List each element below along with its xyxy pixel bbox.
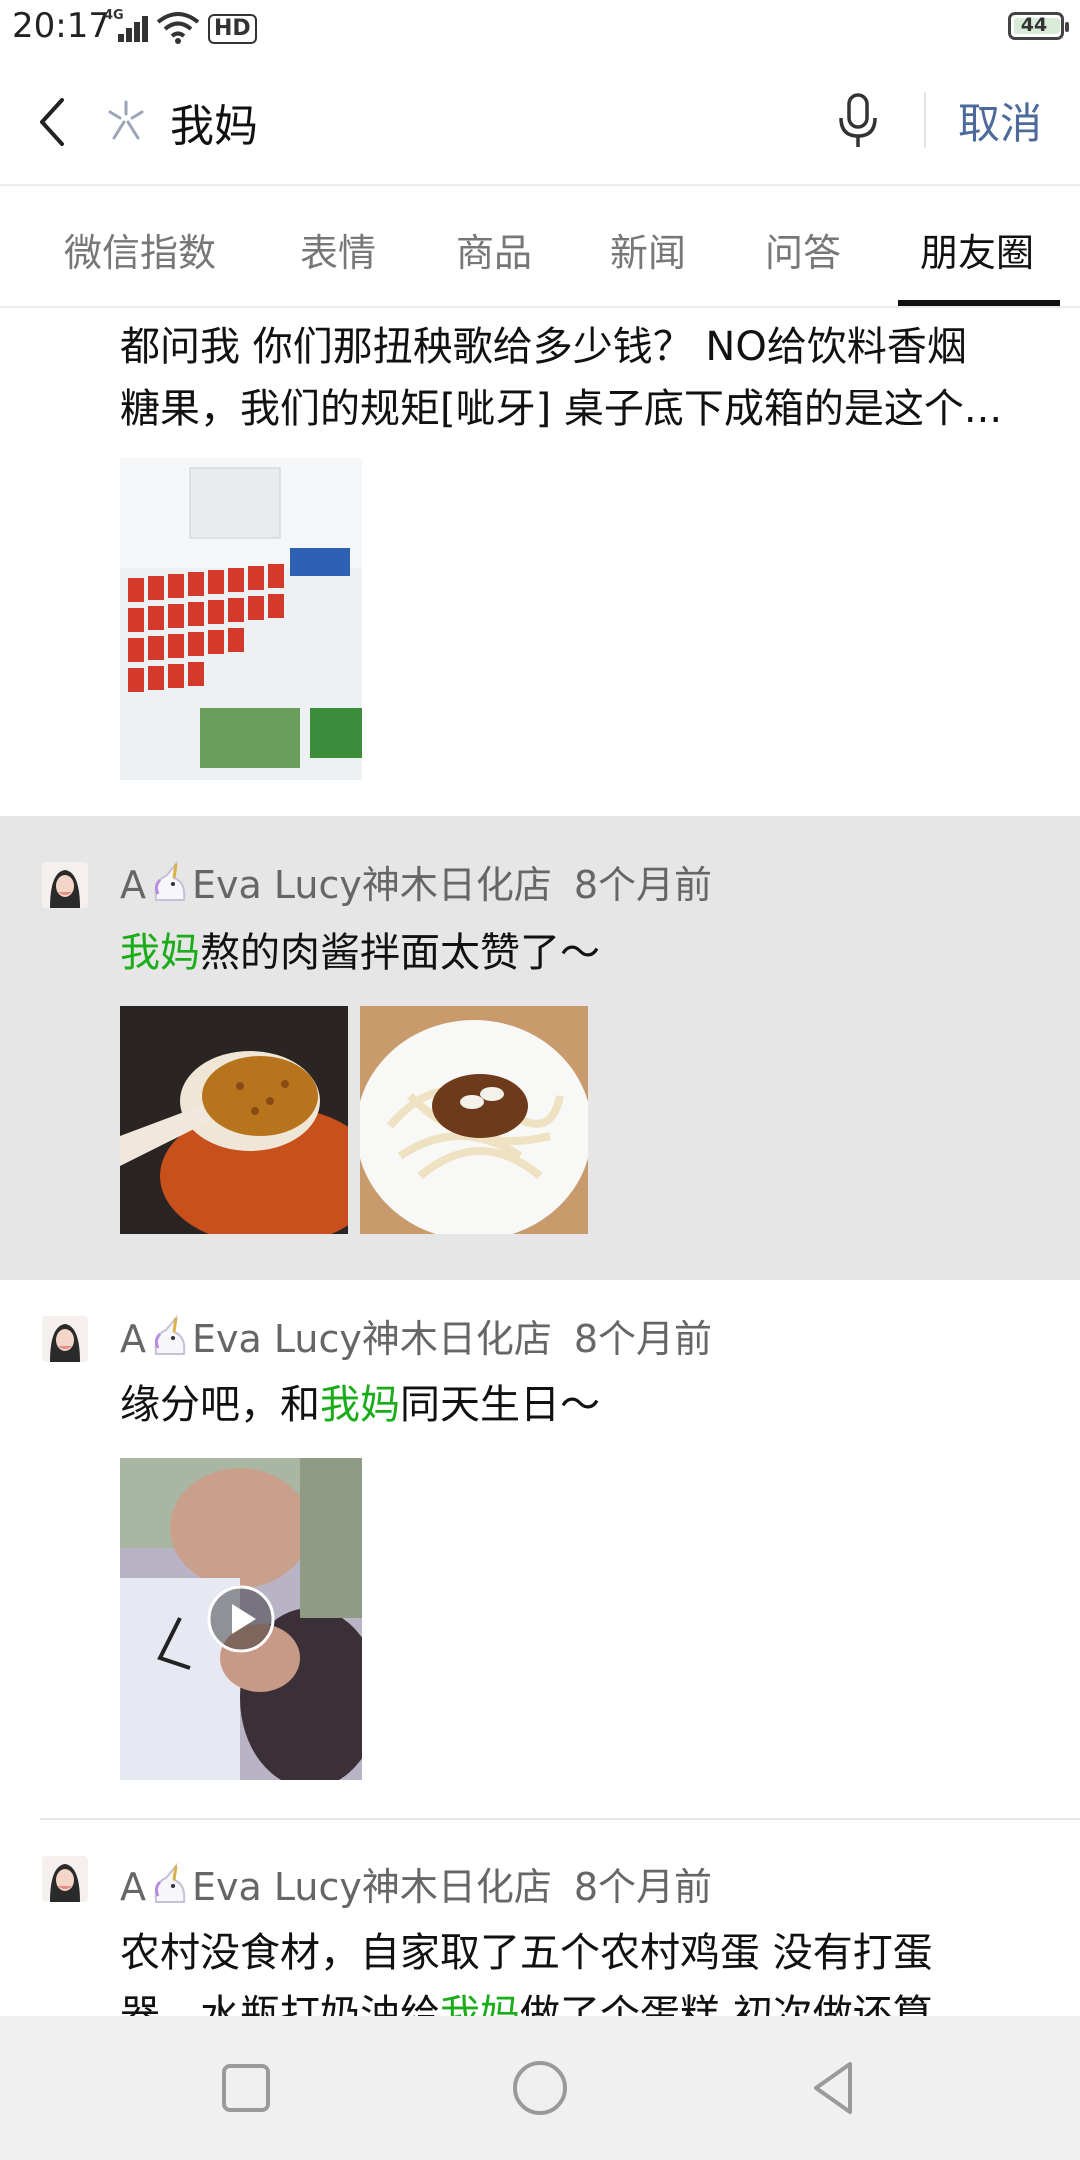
author-prefix: A bbox=[120, 1317, 146, 1361]
author-name[interactable]: Eva Lucy神木日化店 bbox=[192, 1865, 552, 1909]
avatar[interactable] bbox=[42, 1316, 88, 1362]
post-divider bbox=[40, 1818, 1080, 1820]
post-divider bbox=[0, 1278, 1080, 1280]
tab-moments[interactable]: 朋友圈 bbox=[920, 222, 1034, 277]
network-type: 4G bbox=[104, 8, 124, 23]
author-name[interactable]: Eva Lucy神木日化店 bbox=[192, 863, 552, 907]
avatar[interactable] bbox=[42, 1856, 88, 1902]
avatar[interactable] bbox=[42, 862, 88, 908]
post-text-before: 器，水瓶打奶油给 bbox=[120, 1992, 440, 2016]
status-time: 20:17 bbox=[12, 6, 110, 46]
search-highlight: 我妈 bbox=[120, 930, 200, 976]
post-image-meat-sauce[interactable] bbox=[120, 1006, 348, 1234]
battery-level: 44 bbox=[1020, 14, 1048, 36]
tab-news[interactable]: 新闻 bbox=[610, 222, 686, 277]
status-bar: 20:17 4G HD 44 bbox=[0, 0, 1080, 56]
unicorn-emoji-icon bbox=[154, 1314, 186, 1355]
search-highlight: 我妈 bbox=[440, 1992, 520, 2016]
recent-apps-icon[interactable] bbox=[214, 2056, 278, 2120]
search-header: 我妈 取消 bbox=[0, 56, 1080, 186]
hd-icon: HD bbox=[208, 14, 257, 44]
unicorn-emoji-icon bbox=[154, 860, 186, 901]
cancel-button[interactable]: 取消 bbox=[958, 90, 1042, 151]
microphone-icon[interactable] bbox=[836, 92, 880, 150]
post-meta: A Eva Lucy神木日化店 8个月前 bbox=[120, 1308, 712, 1363]
battery-icon: 44 bbox=[1008, 12, 1069, 40]
post-text-after: 同天生日～ bbox=[400, 1382, 600, 1428]
back-triangle-icon[interactable] bbox=[802, 2056, 866, 2120]
author-prefix: A bbox=[120, 863, 146, 907]
tab-wechat-index[interactable]: 微信指数 bbox=[64, 222, 216, 277]
post-text-line: 农村没食材，自家取了五个农村鸡蛋 没有打蛋 bbox=[120, 1930, 933, 1976]
moments-feed[interactable]: 都问我 你们那扭秧歌给多少钱？ NO给饮料香烟 糖果，我们的规矩[呲牙] 桌子底… bbox=[0, 308, 1080, 2016]
back-arrow-icon[interactable] bbox=[34, 94, 74, 150]
post-text-after: 做了个蛋糕 初次做还算 bbox=[520, 1992, 933, 2016]
post-time: 8个月前 bbox=[573, 1317, 713, 1361]
author-prefix: A bbox=[120, 1865, 146, 1909]
post-text-before: 缘分吧，和 bbox=[120, 1382, 320, 1428]
search-highlight: 我妈 bbox=[320, 1382, 400, 1428]
system-navigation-bar bbox=[0, 2016, 1080, 2160]
post-image-drinks[interactable] bbox=[120, 458, 362, 780]
unicorn-emoji-icon bbox=[154, 1862, 186, 1903]
post-meta: A Eva Lucy神木日化店 8个月前 bbox=[120, 1856, 712, 1911]
author-name[interactable]: Eva Lucy神木日化店 bbox=[192, 1317, 552, 1361]
post-text[interactable]: 都问我 你们那扭秧歌给多少钱？ NO给饮料香烟 糖果，我们的规矩[呲牙] 桌子底… bbox=[120, 316, 1040, 440]
category-tabs: 微信指数 表情 商品 新闻 问答 朋友圈 bbox=[0, 186, 1080, 308]
active-tab-indicator bbox=[898, 300, 1060, 306]
post-meta: A Eva Lucy神木日化店 8个月前 bbox=[120, 854, 712, 909]
home-icon[interactable] bbox=[508, 2056, 572, 2120]
post-text[interactable]: 我妈熬的肉酱拌面太赞了～ bbox=[120, 922, 1040, 984]
post-time: 8个月前 bbox=[573, 1865, 713, 1909]
post-image-noodles[interactable] bbox=[360, 1006, 588, 1234]
header-divider bbox=[924, 92, 926, 148]
post-text-line: 糖果，我们的规矩[呲牙] 桌子底下成箱的是这个... bbox=[120, 386, 1003, 432]
post-text[interactable]: 农村没食材，自家取了五个农村鸡蛋 没有打蛋 器，水瓶打奶油给我妈做了个蛋糕 初次… bbox=[120, 1922, 1040, 2016]
signal-icon: 4G bbox=[104, 8, 148, 44]
tab-qa[interactable]: 问答 bbox=[765, 222, 841, 277]
post-time: 8个月前 bbox=[573, 863, 713, 907]
post-text-line: 都问我 你们那扭秧歌给多少钱？ NO给饮料香烟 bbox=[120, 324, 967, 370]
post-text-rest: 熬的肉酱拌面太赞了～ bbox=[200, 930, 600, 976]
post-text[interactable]: 缘分吧，和我妈同天生日～ bbox=[120, 1374, 1040, 1436]
tab-stickers[interactable]: 表情 bbox=[300, 222, 376, 277]
search-logo-icon bbox=[108, 100, 144, 140]
wifi-icon bbox=[156, 12, 200, 44]
search-input[interactable]: 我妈 bbox=[170, 90, 258, 154]
post-video-thumbnail[interactable] bbox=[120, 1458, 362, 1780]
status-icons: 4G HD bbox=[104, 8, 257, 44]
tab-products[interactable]: 商品 bbox=[456, 222, 532, 277]
